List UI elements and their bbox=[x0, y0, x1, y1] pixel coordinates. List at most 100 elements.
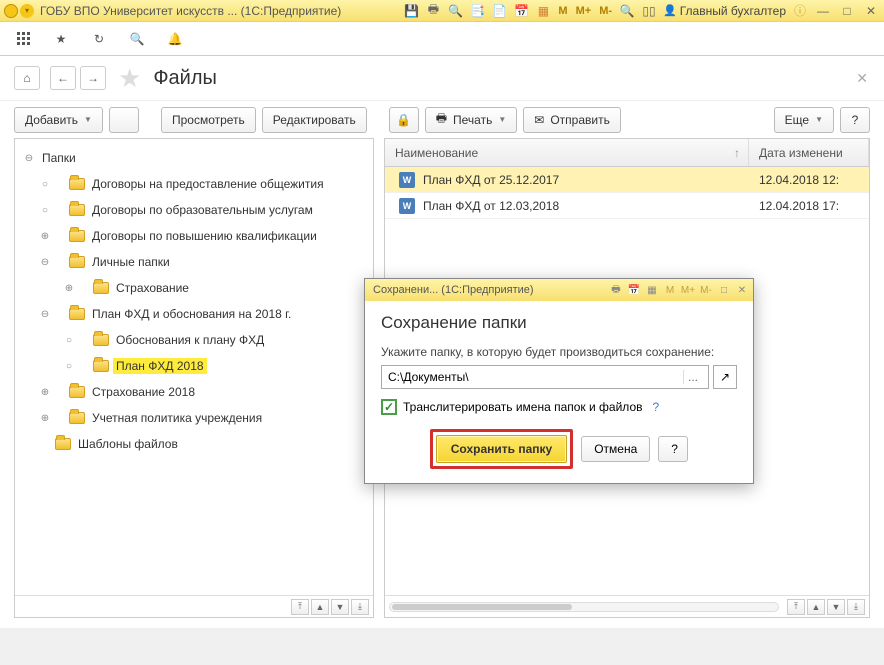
view-button[interactable]: Просмотреть bbox=[161, 107, 256, 133]
tree-item[interactable]: ⊕Страхование bbox=[19, 275, 369, 301]
col-date[interactable]: Дата изменени bbox=[749, 139, 869, 166]
new-folder-button[interactable] bbox=[109, 107, 139, 133]
favorite-star-icon[interactable]: ★ bbox=[52, 30, 70, 48]
expand-icon[interactable]: ○ bbox=[63, 335, 75, 346]
lock-button[interactable]: 🔒 bbox=[389, 107, 419, 133]
tree-item[interactable]: ○Обоснования к плану ФХД bbox=[19, 327, 369, 353]
info-icon[interactable]: ⓘ bbox=[792, 3, 808, 19]
minimize-button[interactable]: — bbox=[814, 3, 832, 19]
tree-item[interactable]: ⊕Договоры по повышению квалификации bbox=[19, 223, 369, 249]
dialog-m[interactable]: M bbox=[663, 283, 677, 297]
open-external-button[interactable]: ↗ bbox=[713, 365, 737, 389]
tree-root-label: Папки bbox=[39, 150, 79, 166]
dialog-calendar-icon[interactable]: 📅 bbox=[627, 283, 641, 297]
expand-icon[interactable]: ⊕ bbox=[39, 413, 51, 424]
dialog-instruction: Укажите папку, в которую будет производи… bbox=[381, 345, 737, 359]
dialog-date-icon[interactable]: ▦ bbox=[645, 283, 659, 297]
browse-button[interactable]: ... bbox=[683, 370, 702, 384]
send-button[interactable]: ✉ Отправить bbox=[523, 107, 621, 133]
folder-icon bbox=[93, 334, 109, 346]
history-icon[interactable]: ↻ bbox=[90, 30, 108, 48]
tree-item[interactable]: ○План ФХД 2018 bbox=[19, 353, 369, 379]
transliterate-checkbox[interactable]: ✓ bbox=[381, 399, 397, 415]
path-value: C:\Документы\ bbox=[388, 370, 469, 384]
tree-item[interactable]: ○Договоры по образовательным услугам bbox=[19, 197, 369, 223]
edit-button[interactable]: Редактировать bbox=[262, 107, 367, 133]
help-button[interactable]: ? bbox=[840, 107, 870, 133]
tree-item-label: Учетная политика учреждения bbox=[89, 410, 265, 426]
list-nav-up[interactable]: ▲ bbox=[807, 599, 825, 615]
expand-icon[interactable]: ⊕ bbox=[39, 387, 51, 398]
tree-root[interactable]: ⊖ Папки bbox=[19, 145, 369, 171]
tree-nav-first[interactable]: ⤒ bbox=[291, 599, 309, 615]
expand-icon[interactable]: ⊕ bbox=[39, 231, 51, 242]
current-user[interactable]: 👤 Главный бухгалтер bbox=[663, 4, 786, 18]
tree-item[interactable]: ⊕ Учетная политика учреждения bbox=[19, 405, 369, 431]
close-button[interactable]: ✕ bbox=[862, 3, 880, 19]
expand-icon[interactable]: ○ bbox=[63, 361, 75, 372]
calendar-icon[interactable]: 📅 bbox=[513, 3, 529, 19]
save-folder-button[interactable]: Сохранить папку bbox=[436, 435, 567, 463]
file-row[interactable]: WПлан ФХД от 25.12.201712.04.2018 12: bbox=[385, 167, 869, 193]
list-nav-first[interactable]: ⤒ bbox=[787, 599, 805, 615]
expand-icon[interactable]: ○ bbox=[39, 179, 51, 190]
tree-item[interactable]: ⊖План ФХД и обоснования на 2018 г. bbox=[19, 301, 369, 327]
folder-icon bbox=[69, 256, 85, 268]
dialog-print-icon[interactable]: 🖶 bbox=[609, 283, 623, 297]
save-icon[interactable]: 💾 bbox=[403, 3, 419, 19]
memory-m[interactable]: M bbox=[557, 5, 568, 17]
expand-icon[interactable]: ○ bbox=[39, 205, 51, 216]
add-button[interactable]: Добавить▼ bbox=[14, 107, 103, 133]
preview-icon[interactable]: 🔍 bbox=[447, 3, 463, 19]
forward-button[interactable]: → bbox=[80, 66, 106, 90]
tree-nav-last[interactable]: ⤓ bbox=[351, 599, 369, 615]
date-icon[interactable]: ▦ bbox=[535, 3, 551, 19]
tree-item[interactable]: Шаблоны файлов bbox=[19, 431, 369, 457]
expand-icon[interactable]: ⊖ bbox=[39, 257, 51, 268]
transliterate-label: Транслитерировать имена папок и файлов bbox=[403, 400, 643, 414]
file-row[interactable]: WПлан ФХД от 12.03,201812.04.2018 17: bbox=[385, 193, 869, 219]
memory-mplus[interactable]: M+ bbox=[575, 5, 593, 17]
horizontal-scrollbar[interactable] bbox=[389, 602, 779, 612]
dialog-mminus[interactable]: M- bbox=[699, 283, 713, 297]
maximize-button[interactable]: □ bbox=[838, 3, 856, 19]
expand-icon[interactable]: ⊖ bbox=[23, 153, 35, 164]
more-button[interactable]: Еще▼ bbox=[774, 107, 834, 133]
zoom-icon[interactable]: 🔍 bbox=[619, 3, 635, 19]
dialog-mplus[interactable]: M+ bbox=[681, 283, 695, 297]
expand-icon[interactable]: ⊕ bbox=[63, 283, 75, 294]
dialog-close[interactable]: ✕ bbox=[735, 283, 749, 297]
favorite-page-icon[interactable]: ★ bbox=[118, 63, 141, 94]
copy-icon[interactable]: 📄 bbox=[491, 3, 507, 19]
back-button[interactable]: ← bbox=[50, 66, 76, 90]
expand-icon[interactable]: ⊖ bbox=[39, 309, 51, 320]
dialog-help-button[interactable]: ? bbox=[658, 436, 688, 462]
list-header: Наименование↑ Дата изменени bbox=[385, 139, 869, 167]
print-icon[interactable]: 🖶 bbox=[425, 3, 441, 19]
panels-icon[interactable]: ▯▯ bbox=[641, 3, 657, 19]
dialog-maximize[interactable]: □ bbox=[717, 283, 731, 297]
tree-item[interactable]: ⊕Страхование 2018 bbox=[19, 379, 369, 405]
col-name[interactable]: Наименование↑ bbox=[385, 139, 749, 166]
close-page-button[interactable]: ✕ bbox=[856, 70, 868, 87]
app-menu-dropdown[interactable]: ▾ bbox=[20, 4, 34, 18]
cancel-button[interactable]: Отмена bbox=[581, 436, 650, 462]
notifications-icon[interactable]: 🔔 bbox=[166, 30, 184, 48]
list-nav-down[interactable]: ▼ bbox=[827, 599, 845, 615]
tree-nav-down[interactable]: ▼ bbox=[331, 599, 349, 615]
app-icon bbox=[4, 4, 18, 18]
search-icon[interactable]: 🔍 bbox=[128, 30, 146, 48]
tree-nav-up[interactable]: ▲ bbox=[311, 599, 329, 615]
transliterate-help[interactable]: ? bbox=[653, 400, 660, 414]
save-button-highlight: Сохранить папку bbox=[430, 429, 573, 469]
list-nav-last[interactable]: ⤓ bbox=[847, 599, 865, 615]
print-button[interactable]: 🖶 Печать▼ bbox=[425, 107, 518, 133]
col-name-label: Наименование bbox=[395, 146, 478, 160]
tree-item[interactable]: ⊖Личные папки bbox=[19, 249, 369, 275]
path-input[interactable]: C:\Документы\ ... bbox=[381, 365, 709, 389]
tree-item[interactable]: ○Договоры на предоставление общежития bbox=[19, 171, 369, 197]
apps-grid-icon[interactable] bbox=[14, 30, 32, 48]
home-button[interactable]: ⌂ bbox=[14, 66, 40, 90]
compare-icon[interactable]: 📑 bbox=[469, 3, 485, 19]
memory-mminus[interactable]: M- bbox=[598, 5, 613, 17]
